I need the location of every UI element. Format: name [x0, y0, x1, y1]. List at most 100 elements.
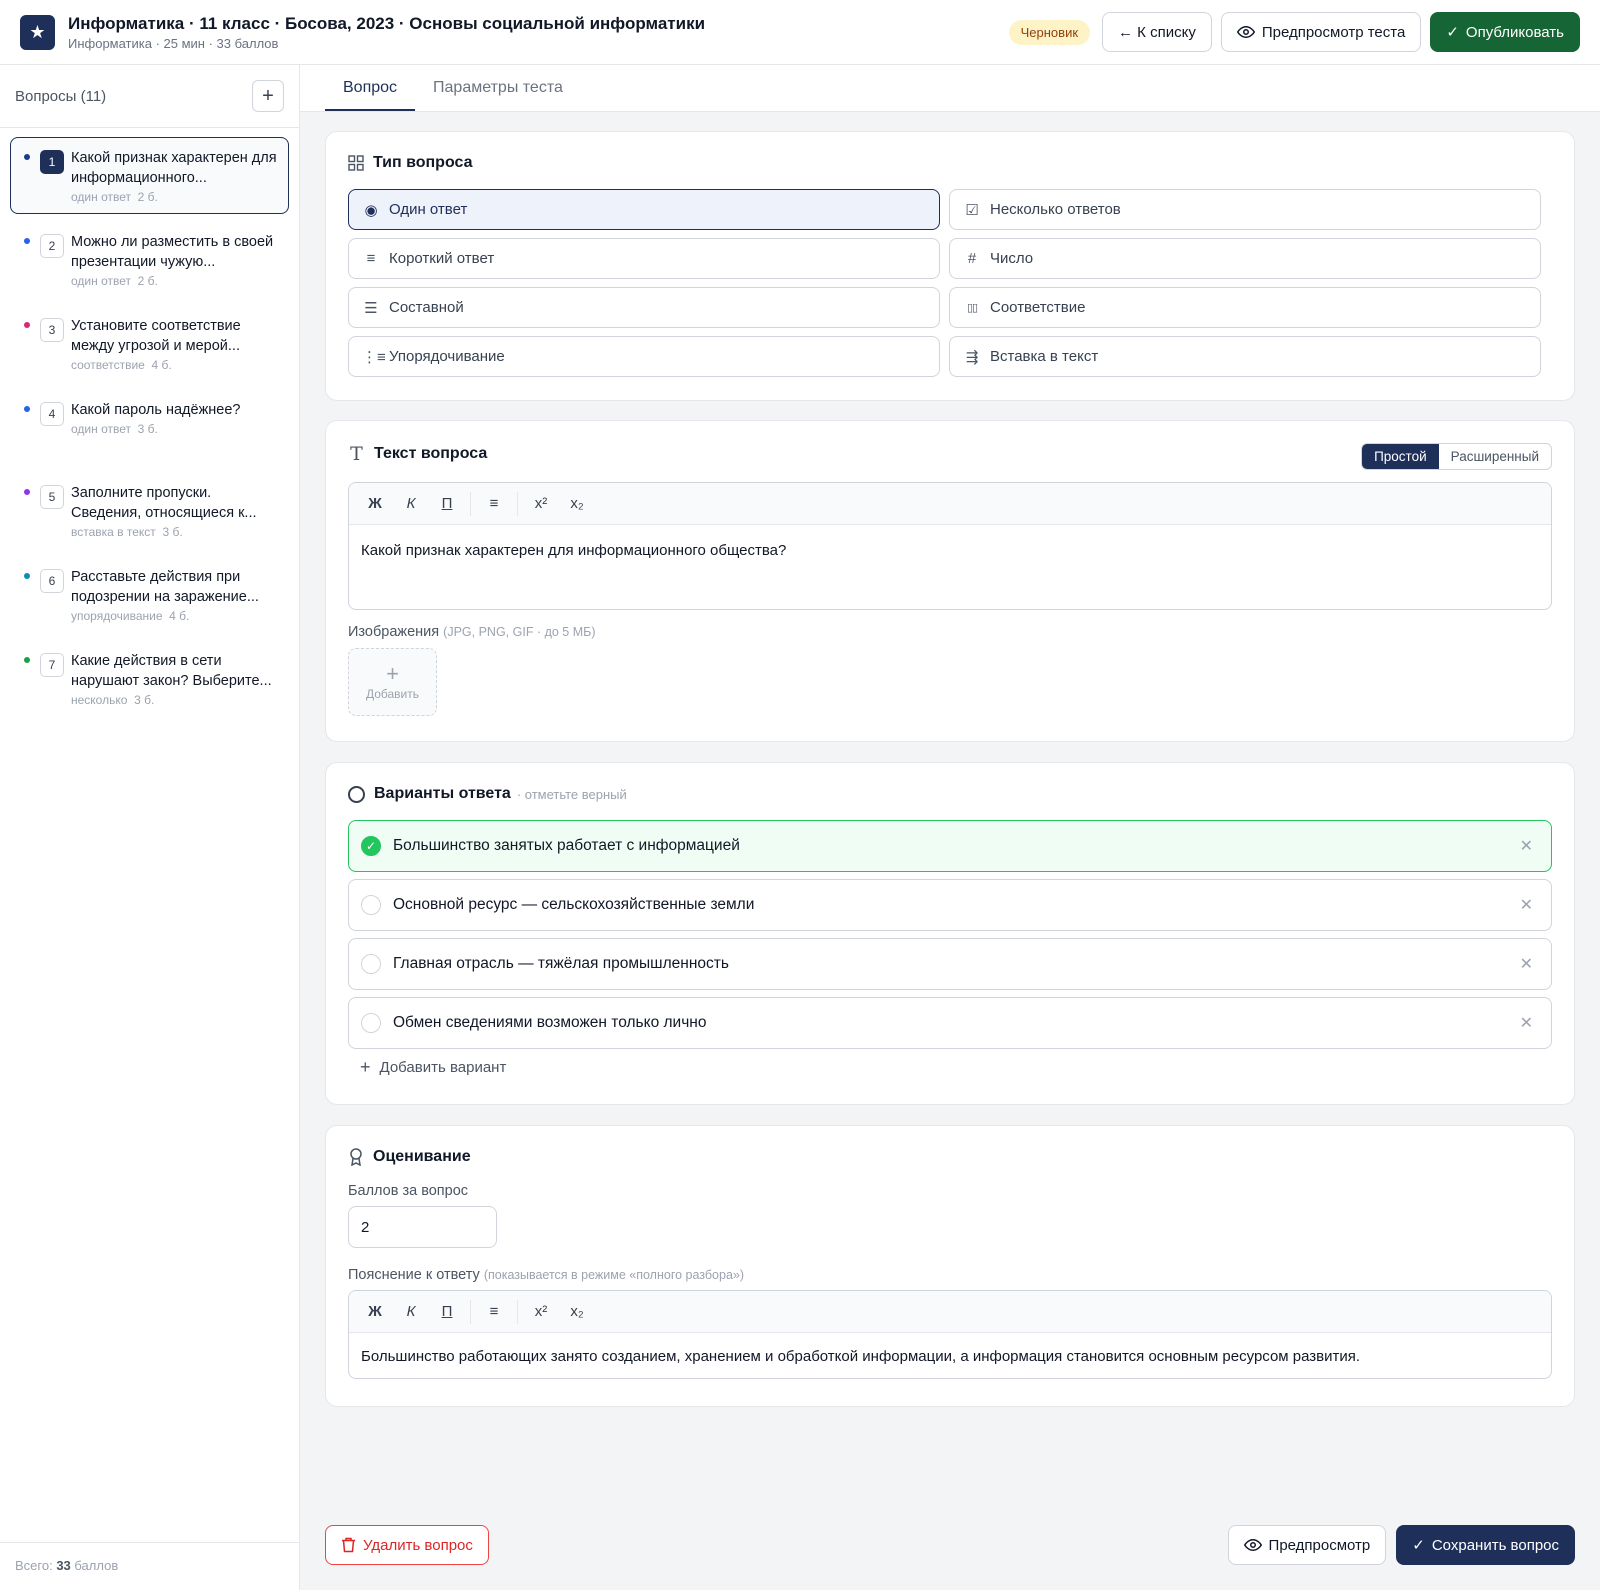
- question-type-option[interactable]: ⋮≡ Упорядочивание: [348, 336, 940, 377]
- list-button[interactable]: ≡: [476, 495, 512, 512]
- question-number: 1: [40, 150, 64, 174]
- question-type-option[interactable]: ☰ Составной: [348, 287, 940, 328]
- correct-check-icon[interactable]: ✓: [361, 836, 381, 856]
- delete-question-label: Удалить вопрос: [363, 1536, 473, 1554]
- question-list-item[interactable]: 5 Заполните пропуски. Сведения, относящие…: [10, 472, 289, 549]
- add-variant-label: Добавить вариант: [379, 1059, 507, 1076]
- question-type-grid: ◉ Один ответ ☑ Несколько ответов ≡ Короткий о…: [348, 189, 1552, 377]
- list-button[interactable]: ≡: [476, 1303, 512, 1320]
- question-points: 4 б.: [151, 358, 172, 372]
- answers-hint: · отметьте верный: [516, 786, 627, 802]
- answer-text[interactable]: Большинство занятых работает с информаци…: [393, 837, 740, 855]
- question-list: 1 Какой признак характерен для информацио…: [0, 128, 299, 733]
- add-image-button[interactable]: + Добавить: [348, 648, 437, 716]
- explanation-hint: (показывается в режиме «полного разбора»…: [483, 1268, 745, 1282]
- add-image-label: Добавить: [365, 686, 420, 701]
- question-type-option[interactable]: # Число: [949, 238, 1541, 279]
- question-type-option[interactable]: ☑ Несколько ответов: [949, 189, 1541, 230]
- underline-button[interactable]: П: [429, 1303, 465, 1320]
- tab-question[interactable]: Вопрос: [325, 65, 416, 111]
- publish-button[interactable]: ✓ Опубликовать: [1430, 12, 1580, 52]
- preview-test-button[interactable]: Предпросмотр теста: [1220, 12, 1422, 52]
- question-list-item[interactable]: 7 Какие действия в сети нарушают закон? В…: [10, 640, 289, 717]
- explanation-input[interactable]: Большинство работающих занято созданием,…: [349, 1333, 1551, 1378]
- question-type-label: Вставка в текст: [990, 348, 1099, 365]
- question-meta: несколько 3 б.: [71, 693, 278, 707]
- answer-option[interactable]: ✓ Большинство занятых работает с информац…: [348, 820, 1552, 872]
- question-text-card: T Текст вопроса Простой Расширенный Ж К …: [325, 420, 1575, 742]
- answer-text[interactable]: Обмен сведениями возможен только лично: [393, 1014, 706, 1032]
- question-type-option[interactable]: ⇶ Вставка в текст: [949, 336, 1541, 377]
- add-question-button[interactable]: +: [252, 80, 284, 112]
- award-icon: [350, 1148, 362, 1166]
- underline-button[interactable]: П: [429, 495, 465, 512]
- question-list-item[interactable]: 2 Можно ли разместить в своей презентации…: [10, 221, 289, 298]
- tab-test-params[interactable]: Параметры теста: [415, 65, 581, 111]
- question-type-option[interactable]: ▯▯ Соответствие: [949, 287, 1541, 328]
- text-lines-icon: ≡: [366, 250, 376, 267]
- question-text-input[interactable]: Какой признак характерен для информацион…: [349, 525, 1551, 576]
- remove-icon[interactable]: ✕: [1520, 1013, 1533, 1033]
- circle-icon: [348, 785, 365, 803]
- mode-simple-button[interactable]: Простой: [1362, 444, 1439, 469]
- question-preview: Какой пароль надёжнее?: [71, 402, 241, 418]
- bold-button[interactable]: Ж: [357, 1303, 393, 1320]
- superscript-button[interactable]: x²: [523, 1303, 559, 1320]
- check-icon: ✓: [1412, 1537, 1425, 1554]
- add-variant-button[interactable]: + Добавить вариант: [360, 1057, 1552, 1078]
- save-question-button[interactable]: ✓ Сохранить вопрос: [1396, 1525, 1575, 1565]
- question-list-item[interactable]: 1 Какой признак характерен для информацио…: [10, 137, 289, 214]
- remove-icon[interactable]: ✕: [1520, 895, 1533, 915]
- check-icon: ✓: [1446, 24, 1459, 41]
- question-list-item[interactable]: 4 Какой пароль надёжнее? один ответ 3 б.: [10, 389, 289, 465]
- remove-icon[interactable]: ✕: [1520, 954, 1533, 974]
- editor-main: Вопрос Параметры теста Тип вопроса ◉ Один…: [300, 65, 1600, 1590]
- subscript-button[interactable]: x₂: [559, 495, 595, 512]
- question-type-option[interactable]: ◉ Один ответ: [348, 189, 940, 230]
- question-list-item[interactable]: 3 Установите соответствие между угрозой и…: [10, 305, 289, 382]
- save-question-label: Сохранить вопрос: [1431, 1536, 1559, 1554]
- mode-advanced-button[interactable]: Расширенный: [1439, 444, 1551, 469]
- italic-button[interactable]: К: [393, 1303, 429, 1320]
- question-preview: Какие действия в сети нарушают закон? Вы…: [71, 653, 272, 689]
- remove-icon[interactable]: ✕: [1520, 836, 1533, 856]
- question-meta: один ответ 3 б.: [71, 422, 278, 436]
- images-label-text: Изображения: [348, 624, 440, 640]
- grading-heading: Оценивание: [348, 1148, 1552, 1166]
- trash-icon: [342, 1537, 355, 1553]
- delete-question-button[interactable]: Удалить вопрос: [325, 1525, 489, 1565]
- answers-heading: Варианты ответа · отметьте верный: [348, 785, 1552, 803]
- checkbox-icon: ☑: [965, 201, 979, 219]
- answer-text[interactable]: Основной ресурс — сельскохозяйственные з…: [393, 896, 754, 914]
- answer-option[interactable]: Основной ресурс — сельскохозяйственные з…: [348, 879, 1552, 931]
- answer-radio[interactable]: [361, 895, 381, 915]
- columns-icon: ▯▯: [966, 302, 978, 314]
- back-to-list-button[interactable]: ← К списку: [1102, 12, 1212, 52]
- answer-text[interactable]: Главная отрасль — тяжёлая промышленность: [393, 955, 729, 973]
- explanation-label: Пояснение к ответу (показывается в режим…: [348, 1267, 1552, 1283]
- question-type: один ответ: [71, 422, 131, 436]
- sidebar-header: Вопросы (11) +: [0, 65, 299, 128]
- star-icon: ★: [20, 14, 55, 50]
- answer-radio[interactable]: [361, 954, 381, 974]
- question-type-option[interactable]: ≡ Короткий ответ: [348, 238, 940, 279]
- bold-button[interactable]: Ж: [357, 495, 393, 512]
- question-type: один ответ: [71, 190, 131, 204]
- points-input[interactable]: 2: [348, 1206, 497, 1248]
- preview-button[interactable]: Предпросмотр: [1227, 1525, 1387, 1565]
- italic-button[interactable]: К: [393, 495, 429, 512]
- total-suffix: баллов: [70, 1558, 119, 1573]
- hash-icon: #: [967, 250, 977, 267]
- superscript-button[interactable]: x²: [523, 495, 559, 512]
- question-list-item[interactable]: 6 Расставьте действия при подозрении на з…: [10, 556, 289, 633]
- plus-icon: +: [360, 1057, 371, 1077]
- subscript-button[interactable]: x₂: [559, 1303, 595, 1320]
- questions-sidebar: Вопросы (11) + 1 Какой признак характерен…: [0, 65, 300, 1590]
- answer-option[interactable]: Обмен сведениями возможен только лично ✕: [348, 997, 1552, 1049]
- explanation-editor-toolbar: Ж К П ≡ x² x₂: [349, 1291, 1551, 1333]
- question-meta: один ответ 2 б.: [71, 190, 278, 204]
- status-badge: Черновик: [1008, 19, 1091, 45]
- answer-radio[interactable]: [361, 1013, 381, 1033]
- answer-option[interactable]: Главная отрасль — тяжёлая промышленность…: [348, 938, 1552, 990]
- question-number: 5: [40, 485, 64, 509]
